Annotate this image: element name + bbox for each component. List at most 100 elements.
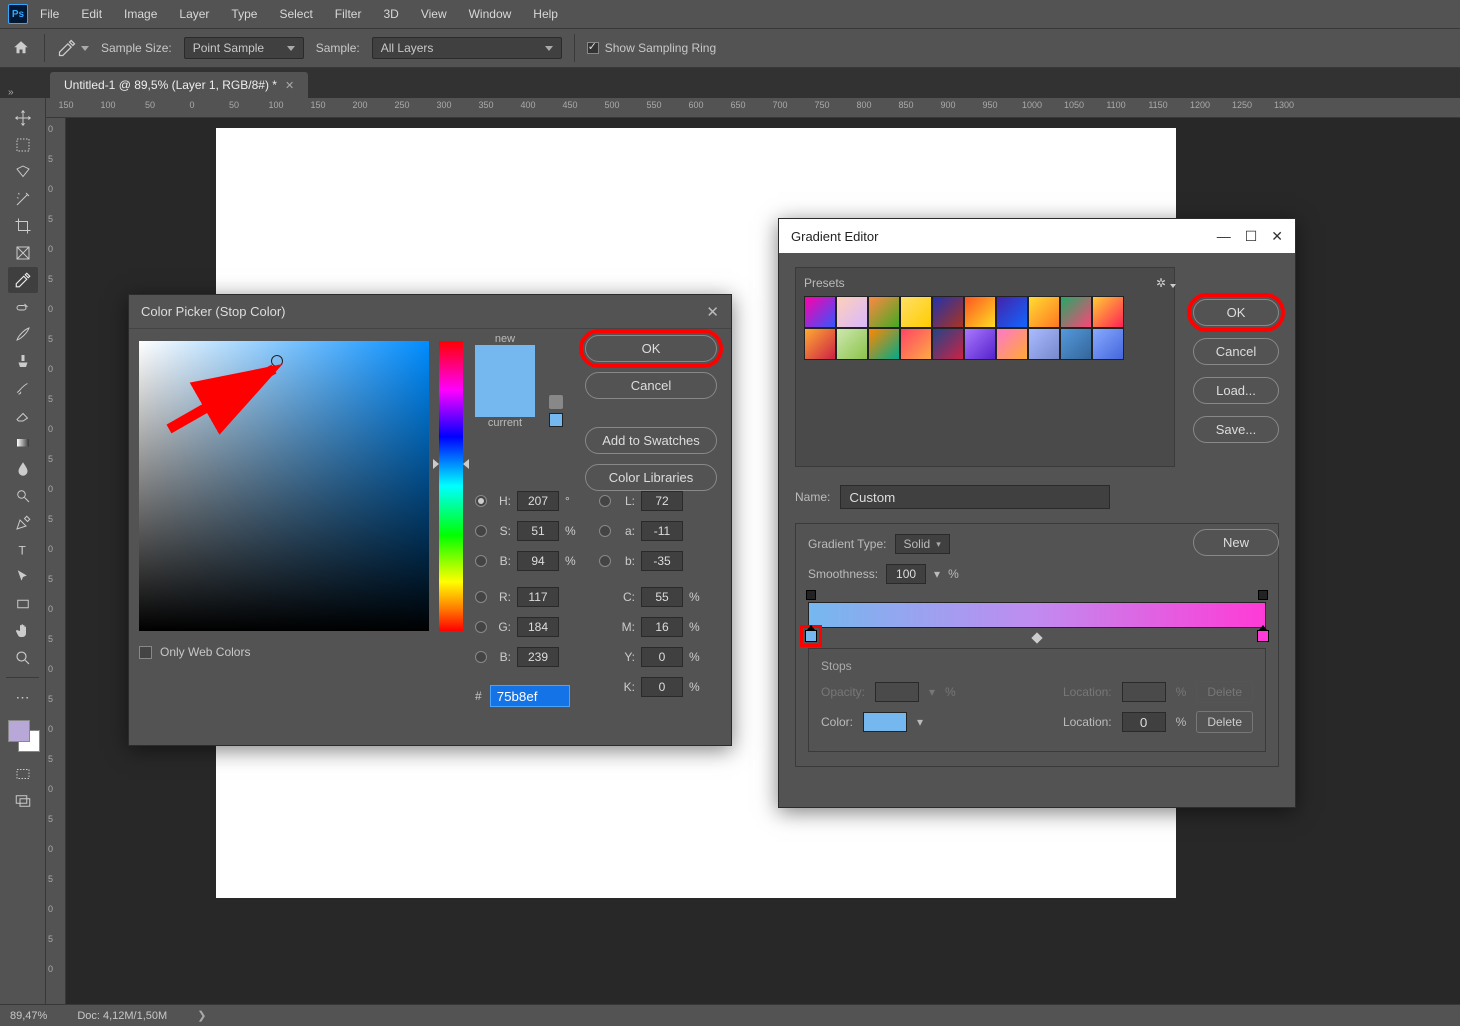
radio-r[interactable] <box>475 591 487 603</box>
new-button[interactable]: New <box>1193 529 1279 556</box>
opacity-stop-right[interactable] <box>1258 590 1268 600</box>
preset-swatch[interactable] <box>964 328 996 360</box>
cancel-button[interactable]: Cancel <box>585 372 717 399</box>
preset-swatch[interactable] <box>996 328 1028 360</box>
input-s[interactable] <box>517 521 559 541</box>
show-sampling-ring-check[interactable]: Show Sampling Ring <box>587 41 716 55</box>
preset-swatch[interactable] <box>836 328 868 360</box>
preset-swatch[interactable] <box>1028 296 1060 328</box>
input-a[interactable] <box>641 521 683 541</box>
color-location-input[interactable] <box>1122 712 1166 732</box>
preset-swatch[interactable] <box>868 296 900 328</box>
foreground-color-swatch[interactable] <box>8 720 30 742</box>
close-icon[interactable]: ✕ <box>1271 228 1283 245</box>
menu-select[interactable]: Select <box>269 3 322 25</box>
maximize-icon[interactable]: ☐ <box>1245 228 1258 245</box>
preset-swatch[interactable] <box>900 328 932 360</box>
input-y[interactable] <box>641 647 683 667</box>
gradient-tool[interactable] <box>8 429 38 455</box>
doc-size[interactable]: Doc: 4,12M/1,50M <box>77 1010 167 1022</box>
only-web-colors-check[interactable]: Only Web Colors <box>139 645 250 659</box>
frame-tool[interactable] <box>8 240 38 266</box>
radio-h[interactable] <box>475 495 487 507</box>
color-swatches[interactable] <box>0 720 45 760</box>
color-picker-titlebar[interactable]: Color Picker (Stop Color) ✕ <box>129 295 731 329</box>
menu-layer[interactable]: Layer <box>169 3 219 25</box>
magic-wand-tool[interactable] <box>8 186 38 212</box>
minimize-icon[interactable]: — <box>1217 228 1231 244</box>
brush-tool[interactable] <box>8 321 38 347</box>
preset-swatch[interactable] <box>932 296 964 328</box>
ok-button[interactable]: OK <box>585 335 717 362</box>
sample-size-select[interactable]: Point Sample <box>184 37 304 59</box>
eyedropper-tool[interactable] <box>8 267 38 293</box>
close-tab-icon[interactable]: ✕ <box>285 79 294 92</box>
hex-input[interactable] <box>490 685 570 707</box>
input-m[interactable] <box>641 617 683 637</box>
expand-tools-icon[interactable]: » <box>8 87 14 98</box>
radio-s[interactable] <box>475 525 487 537</box>
hand-tool[interactable] <box>8 618 38 644</box>
color-field[interactable] <box>139 341 429 631</box>
preset-swatch[interactable] <box>1028 328 1060 360</box>
input-g[interactable] <box>517 617 559 637</box>
lasso-tool[interactable] <box>8 159 38 185</box>
opacity-stop-left[interactable] <box>806 590 816 600</box>
preset-swatch[interactable] <box>1060 328 1092 360</box>
menu-help[interactable]: Help <box>523 3 568 25</box>
menu-3d[interactable]: 3D <box>373 3 408 25</box>
color-libraries-button[interactable]: Color Libraries <box>585 464 717 491</box>
eraser-tool[interactable] <box>8 402 38 428</box>
pen-tool[interactable] <box>8 510 38 536</box>
crop-tool[interactable] <box>8 213 38 239</box>
cancel-button[interactable]: Cancel <box>1193 338 1279 365</box>
preset-swatch[interactable] <box>804 328 836 360</box>
radio-b[interactable] <box>475 555 487 567</box>
edit-toolbar-icon[interactable]: ⋯ <box>8 684 38 710</box>
input-bc[interactable] <box>517 647 559 667</box>
hue-slider[interactable] <box>439 341 463 631</box>
marquee-tool[interactable] <box>8 132 38 158</box>
input-bv[interactable] <box>517 551 559 571</box>
color-warning-icons[interactable] <box>549 395 563 431</box>
radio-g[interactable] <box>475 621 487 633</box>
smoothness-dropdown-icon[interactable]: ▾ <box>934 567 940 581</box>
save-button[interactable]: Save... <box>1193 416 1279 443</box>
websafe-swatch-icon[interactable] <box>549 413 563 427</box>
menu-filter[interactable]: Filter <box>325 3 372 25</box>
dodge-tool[interactable] <box>8 483 38 509</box>
color-stop-right[interactable] <box>1257 630 1269 642</box>
clone-stamp-tool[interactable] <box>8 348 38 374</box>
preset-swatch[interactable] <box>932 328 964 360</box>
home-icon[interactable] <box>10 37 32 59</box>
current-color-swatch[interactable] <box>475 381 535 417</box>
radio-b2[interactable] <box>599 555 611 567</box>
path-selection-tool[interactable] <box>8 564 38 590</box>
ok-button[interactable]: OK <box>1193 299 1279 326</box>
gradient-type-select[interactable]: Solid▾ <box>895 534 950 554</box>
preset-swatch[interactable] <box>1092 296 1124 328</box>
healing-brush-tool[interactable] <box>8 294 38 320</box>
type-tool[interactable]: T <box>8 537 38 563</box>
menu-file[interactable]: File <box>30 3 69 25</box>
sample-select[interactable]: All Layers <box>372 37 562 59</box>
rectangle-tool[interactable] <box>8 591 38 617</box>
menu-type[interactable]: Type <box>221 3 267 25</box>
stop-color-dropdown-icon[interactable]: ▾ <box>917 715 923 729</box>
preset-swatch[interactable] <box>900 296 932 328</box>
add-to-swatches-button[interactable]: Add to Swatches <box>585 427 717 454</box>
input-l[interactable] <box>641 491 683 511</box>
input-h[interactable] <box>517 491 559 511</box>
move-tool[interactable] <box>8 105 38 131</box>
color-delete-button[interactable]: Delete <box>1196 711 1253 733</box>
zoom-level[interactable]: 89,47% <box>10 1010 47 1022</box>
stop-color-swatch[interactable] <box>863 712 907 732</box>
presets-gear-icon[interactable]: ✲ <box>1156 276 1166 290</box>
color-stop-left[interactable] <box>805 630 817 642</box>
history-brush-tool[interactable] <box>8 375 38 401</box>
radio-a[interactable] <box>599 525 611 537</box>
preset-swatch[interactable] <box>1060 296 1092 328</box>
input-b2[interactable] <box>641 551 683 571</box>
zoom-tool[interactable] <box>8 645 38 671</box>
document-tab[interactable]: Untitled-1 @ 89,5% (Layer 1, RGB/8#) * ✕ <box>50 72 308 98</box>
